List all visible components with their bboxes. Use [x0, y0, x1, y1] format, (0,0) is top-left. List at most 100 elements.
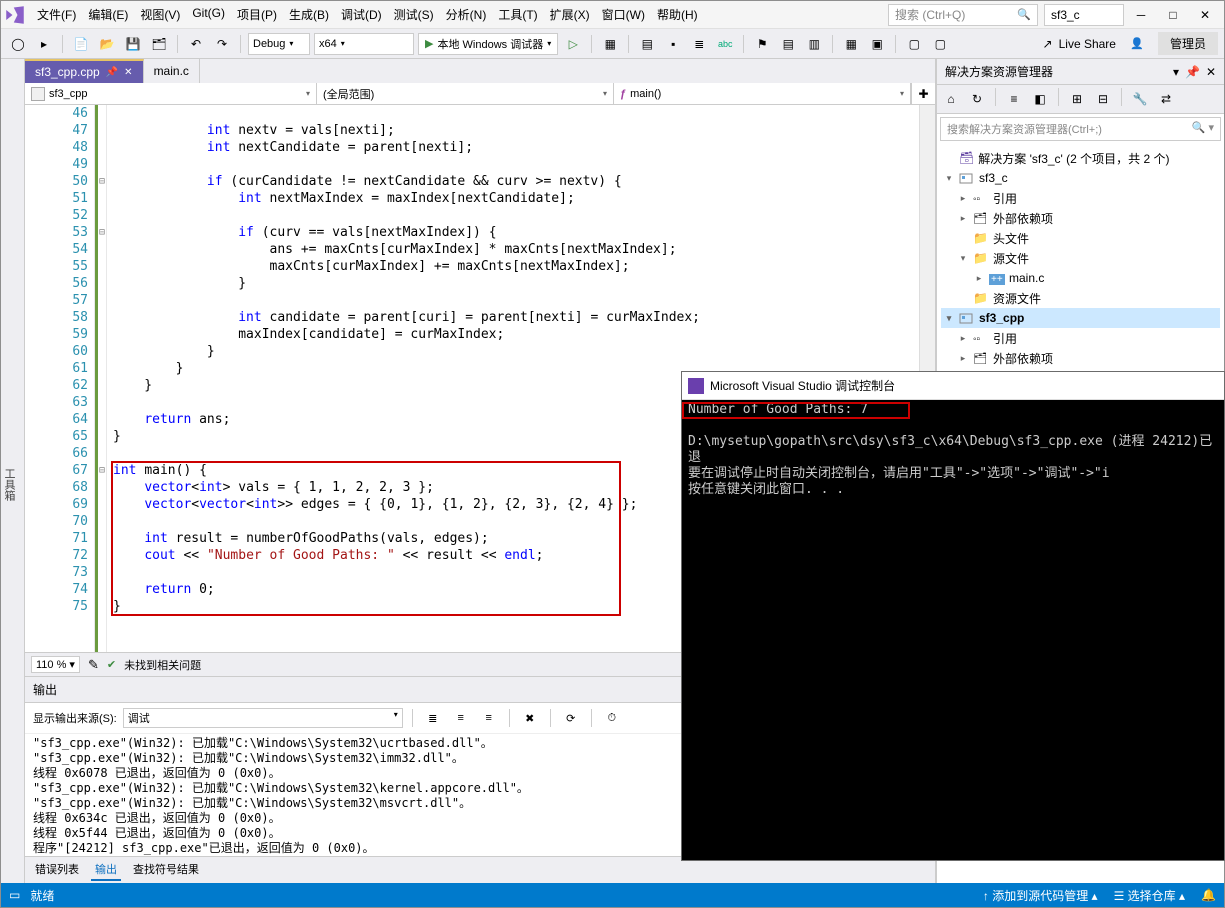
admin-button[interactable]: 管理员: [1158, 32, 1218, 55]
scope-select[interactable]: sf3_cpp▾: [25, 83, 317, 104]
console-titlebar[interactable]: Microsoft Visual Studio 调试控制台: [682, 372, 1224, 400]
save-button[interactable]: 💾: [122, 33, 144, 55]
tab-find-symbols[interactable]: 查找符号结果: [129, 859, 203, 881]
tb-icon[interactable]: ⚑: [751, 33, 773, 55]
undo-button[interactable]: ↶: [185, 33, 207, 55]
split-button[interactable]: ✚: [911, 83, 935, 104]
se-pin-icon[interactable]: 📌: [1185, 65, 1200, 79]
wand-icon[interactable]: ✎: [88, 657, 99, 673]
config-select[interactable]: Debug▾: [248, 33, 310, 55]
new-file-button[interactable]: 📄: [70, 33, 92, 55]
menu-item[interactable]: 生成(B): [283, 2, 335, 27]
menu-item[interactable]: 窗口(W): [596, 2, 651, 27]
tab-sf3-cpp[interactable]: sf3_cpp.cpp📌✕: [25, 59, 144, 83]
tab-output[interactable]: 输出: [91, 859, 121, 881]
menu-item[interactable]: 文件(F): [31, 2, 82, 27]
search-placeholder: 搜索 (Ctrl+Q): [895, 6, 965, 23]
feedback-icon[interactable]: 👤: [1126, 33, 1148, 55]
tb-icon[interactable]: ▦: [599, 33, 621, 55]
se-tb-icon[interactable]: ≡: [1003, 88, 1025, 110]
menu-item[interactable]: 项目(P): [231, 2, 283, 27]
tree-node[interactable]: ▸◦▫引用: [941, 328, 1220, 348]
platform-select[interactable]: x64▾: [314, 33, 414, 55]
se-tb-icon[interactable]: ⊞: [1066, 88, 1088, 110]
bell-icon[interactable]: 🔔: [1201, 888, 1216, 902]
se-home-icon[interactable]: ⌂: [940, 88, 962, 110]
out-tb-icon[interactable]: ≡: [478, 707, 500, 729]
menu-item[interactable]: 工具(T): [492, 2, 543, 27]
menu-item[interactable]: 帮助(H): [651, 2, 704, 27]
tb-icon[interactable]: ▢: [903, 33, 925, 55]
console-body[interactable]: Number of Good Paths: 7 D:\mysetup\gopat…: [682, 400, 1224, 860]
tb-abc-icon[interactable]: abc: [714, 33, 736, 55]
search-icon: 🔍: [1017, 8, 1031, 21]
tree-node[interactable]: 📁头文件: [941, 228, 1220, 248]
tab-main-c[interactable]: main.c: [144, 59, 200, 83]
nav-fwd-button[interactable]: ▸: [33, 33, 55, 55]
left-toolbox[interactable]: 工具箱: [1, 59, 25, 883]
tb-icon[interactable]: ▥: [803, 33, 825, 55]
search-box[interactable]: 搜索 (Ctrl+Q) 🔍: [888, 4, 1038, 26]
console-title-label: Microsoft Visual Studio 调试控制台: [710, 377, 895, 394]
tree-node[interactable]: ▾sf3_c: [941, 168, 1220, 188]
tree-node[interactable]: ▸🗂外部依赖项: [941, 348, 1220, 368]
close-button[interactable]: ✕: [1190, 5, 1220, 25]
tree-node[interactable]: ▸++main.c: [941, 268, 1220, 288]
menu-item[interactable]: 测试(S): [388, 2, 440, 27]
func-select[interactable]: ƒmain()▾: [614, 83, 911, 104]
tb-icon[interactable]: ≣: [688, 33, 710, 55]
app-title: sf3_c: [1044, 4, 1124, 26]
se-close-icon[interactable]: ✕: [1206, 65, 1216, 79]
tree-node[interactable]: ▾sf3_cpp: [941, 308, 1220, 328]
minimize-button[interactable]: ─: [1126, 5, 1156, 25]
out-tb-icon[interactable]: ⏱: [601, 707, 623, 729]
nav-back-button[interactable]: ◯: [7, 33, 29, 55]
out-tb-clear-icon[interactable]: ✖: [519, 707, 541, 729]
ok-icon: ✔: [107, 658, 116, 671]
menu-item[interactable]: 编辑(E): [82, 2, 134, 27]
se-tb-icon[interactable]: ↻: [966, 88, 988, 110]
menu-item[interactable]: 视图(V): [134, 2, 186, 27]
tb-icon[interactable]: ▪: [662, 33, 684, 55]
zoom-select[interactable]: 110 % ▾: [31, 656, 80, 673]
status-select-repo[interactable]: ☰ 选择仓库 ▴: [1114, 887, 1185, 904]
tree-node[interactable]: ▸◦▫引用: [941, 188, 1220, 208]
se-dropdown-icon[interactable]: ▾: [1173, 65, 1179, 79]
liveshare-button[interactable]: ↗Live Share: [1037, 35, 1122, 53]
menu-item[interactable]: Git(G): [186, 2, 231, 27]
status-repo[interactable]: ↑ 添加到源代码管理 ▴: [983, 887, 1098, 904]
se-search-input[interactable]: 搜索解决方案资源管理器(Ctrl+;)🔍 ▾: [940, 117, 1221, 141]
menu-item[interactable]: 扩展(X): [544, 2, 596, 27]
run-button[interactable]: ▶本地 Windows 调试器▾: [418, 33, 558, 55]
titlebar: 文件(F)编辑(E)视图(V)Git(G)项目(P)生成(B)调试(D)测试(S…: [1, 1, 1224, 29]
tb-icon[interactable]: ▤: [777, 33, 799, 55]
out-tb-icon[interactable]: ≣: [422, 707, 444, 729]
scope2-select[interactable]: (全局范围)▾: [317, 83, 614, 104]
tree-node[interactable]: ▸🗂外部依赖项: [941, 208, 1220, 228]
out-tb-icon[interactable]: ≡: [450, 707, 472, 729]
menu-item[interactable]: 分析(N): [440, 2, 493, 27]
tree-node[interactable]: ▾📁源文件: [941, 248, 1220, 268]
out-tb-icon[interactable]: ⟳: [560, 707, 582, 729]
tab-errors[interactable]: 错误列表: [31, 859, 83, 881]
tree-node[interactable]: 📁资源文件: [941, 288, 1220, 308]
console-hint: 要在调试停止时自动关闭控制台，请启用"工具"->"选项"->"调试"->"i: [688, 466, 1218, 482]
se-tb-icon[interactable]: ⊟: [1092, 88, 1114, 110]
output-source-select[interactable]: 调试▾: [123, 708, 403, 728]
se-tb-icon[interactable]: ⇄: [1155, 88, 1177, 110]
save-all-button[interactable]: 🗂: [148, 33, 170, 55]
tb-icon[interactable]: ▢: [929, 33, 951, 55]
main-toolbar: ◯ ▸ 📄 📂 💾 🗂 ↶ ↷ Debug▾ x64▾ ▶本地 Windows …: [1, 29, 1224, 59]
run-no-debug-button[interactable]: ▷: [562, 33, 584, 55]
se-tb-icon[interactable]: ◧: [1029, 88, 1051, 110]
redo-button[interactable]: ↷: [211, 33, 233, 55]
tb-icon[interactable]: ▣: [866, 33, 888, 55]
console-hint: 按任意键关闭此窗口. . .: [688, 482, 1218, 498]
menu-item[interactable]: 调试(D): [335, 2, 388, 27]
open-button[interactable]: 📂: [96, 33, 118, 55]
maximize-button[interactable]: □: [1158, 5, 1188, 25]
tb-icon[interactable]: ▤: [636, 33, 658, 55]
tb-icon[interactable]: ▦: [840, 33, 862, 55]
se-tb-icon[interactable]: 🔧: [1129, 88, 1151, 110]
console-path: D:\mysetup\gopath\src\dsy\sf3_c\x64\Debu…: [688, 434, 1218, 466]
